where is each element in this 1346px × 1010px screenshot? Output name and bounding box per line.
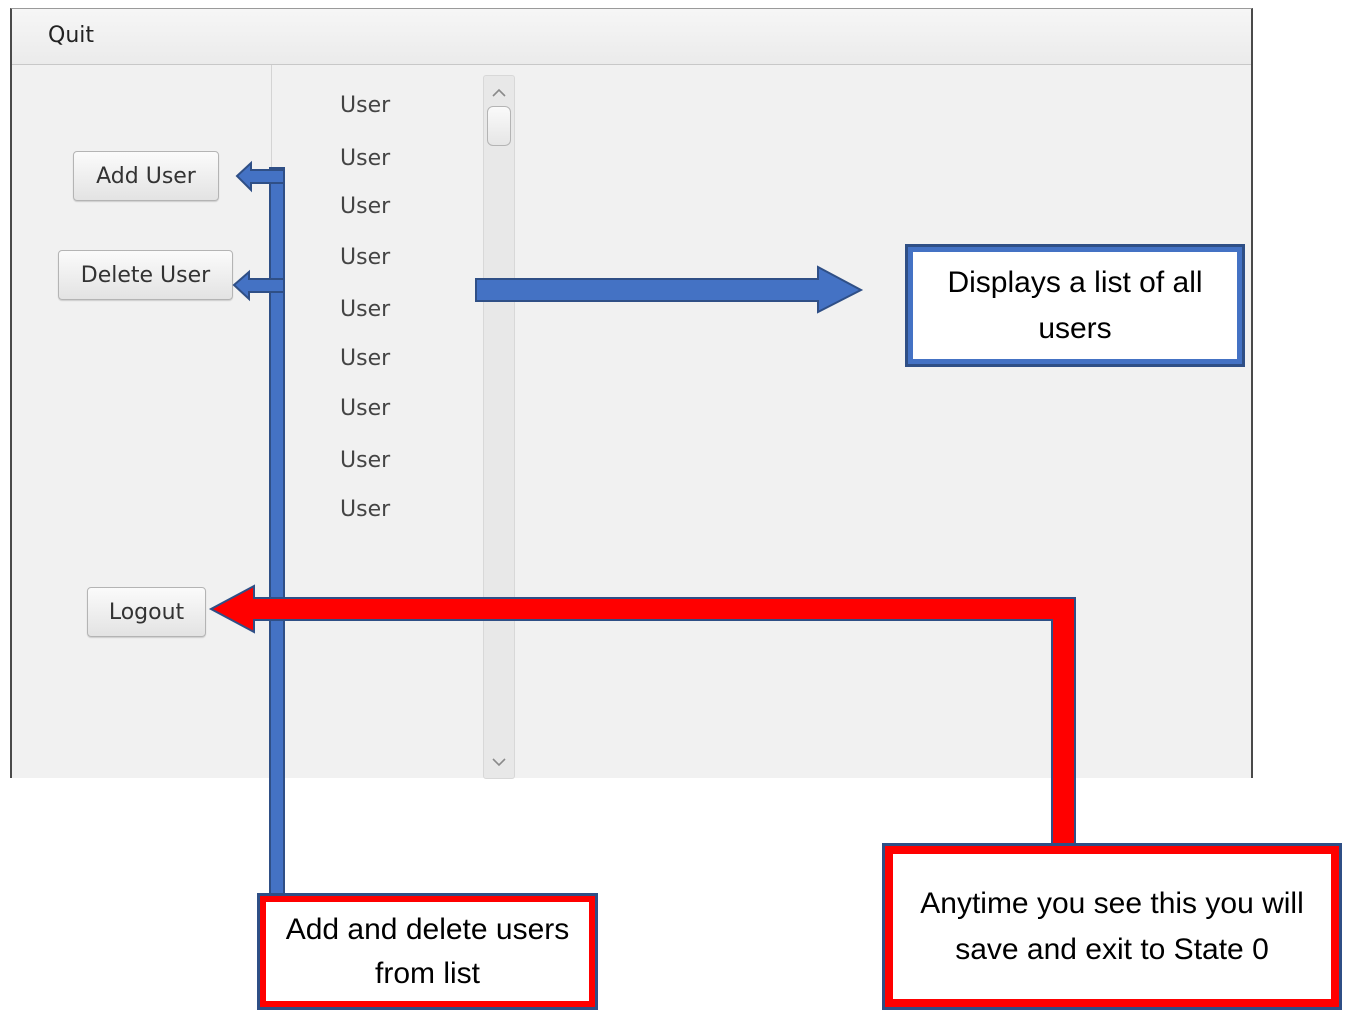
arrow-to-list-callout xyxy=(475,265,864,314)
add-delete-callout: Add and delete users from list xyxy=(257,893,598,1010)
list-callout: Displays a list of all users xyxy=(905,244,1245,367)
logout-callout: Anytime you see this you will save and e… xyxy=(882,843,1342,1010)
add-delete-callout-text: Add and delete users from list xyxy=(285,912,570,990)
bracket-bar xyxy=(269,167,285,896)
logout-callout-text: Anytime you see this you will save and e… xyxy=(920,886,1304,966)
list-callout-text: Displays a list of all users xyxy=(947,265,1203,345)
arrow-to-logout xyxy=(208,584,1076,850)
